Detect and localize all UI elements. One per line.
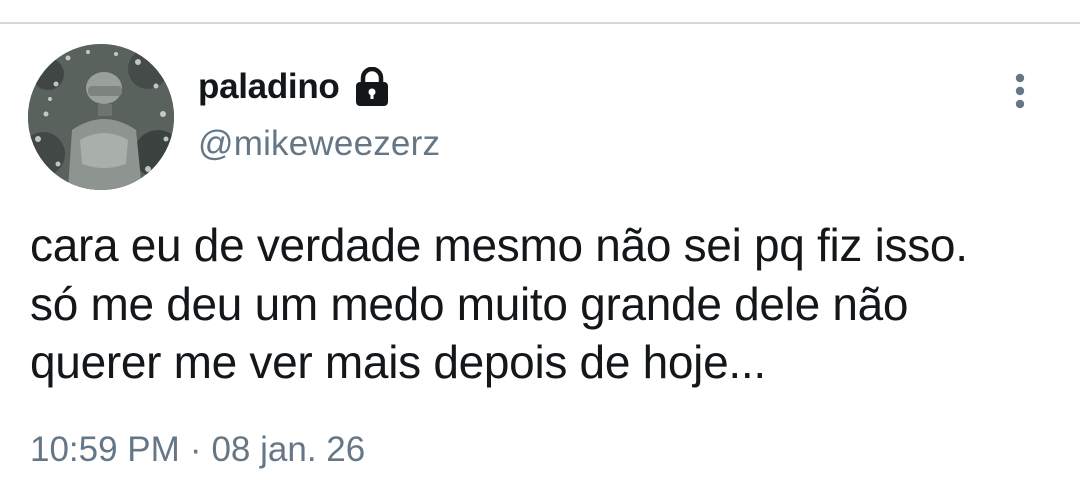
top-divider	[0, 0, 1080, 24]
tweet-text: cara eu de verdade mesmo não sei pq fiz …	[30, 216, 1070, 392]
avatar[interactable]	[28, 44, 174, 190]
tweet-text-line: cara eu de verdade mesmo não sei pq fiz …	[30, 219, 968, 271]
tweet-time: 10:59 PM	[30, 430, 180, 469]
author-name-row: paladino	[198, 62, 390, 112]
lock-icon	[354, 66, 390, 107]
tweet-card: paladino @mikeweezerz cara eu de verdade…	[0, 0, 1080, 498]
meta-separator: ·	[189, 430, 202, 469]
tweet-text-line: só me deu um medo muito grande dele não	[30, 277, 909, 330]
author-handle[interactable]: @mikeweezerz	[198, 124, 440, 164]
more-options-button[interactable]	[1000, 70, 1040, 114]
tweet-date: 08 jan. 26	[211, 430, 366, 469]
tweet-timestamp[interactable]: 10:59 PM · 08 jan. 26	[30, 430, 365, 470]
more-vertical-icon	[1015, 73, 1025, 109]
tweet-text-line: querer me ver mais depois de hoje...	[30, 336, 766, 388]
author-display-name[interactable]: paladino	[198, 67, 340, 107]
